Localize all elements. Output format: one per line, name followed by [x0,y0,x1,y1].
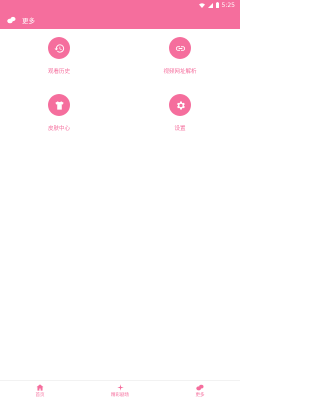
app-bar: 更多 [0,10,240,29]
nav-item-home[interactable]: 首页 [10,383,70,398]
bottom-nav: 首页 精彩剧场 更多 [0,380,240,400]
nav-item-label: 精彩剧场 [111,392,129,398]
status-icons [198,2,219,8]
nav-item-more[interactable]: 更多 [170,384,230,398]
signal-icon [207,2,213,8]
menu-item-settings[interactable]: 设置 [145,94,215,136]
status-bar: 5:25 [0,0,240,10]
menu-item-video-url-parse[interactable]: 视频网址解析 [145,37,215,79]
tshirt-icon [54,100,64,110]
menu-item-label: 设置 [174,126,186,132]
home-icon [36,383,44,391]
wifi-icon [198,2,205,8]
nav-item-label: 更多 [195,392,205,398]
sparkle-icon [116,383,124,391]
menu-item-icon-circle [169,94,191,116]
link-icon [175,45,185,51]
history-icon [53,43,64,53]
menu-item-icon-circle [169,37,191,59]
menu-item-label: 视频网址解析 [163,69,197,75]
nav-item-label: 首页 [35,392,45,398]
menu-item-label: 皮肤中心 [47,126,70,132]
bean-logo-icon [7,16,16,23]
status-time: 5:25 [221,1,235,9]
gear-icon [176,100,185,110]
bean-icon [196,384,204,390]
battery-icon [215,2,219,8]
screen: 5:25 更多 观看历史 视频网址解析 皮肤中心 设置 首页 精彩剧场 更多 [0,0,240,400]
menu-item-skin-center[interactable]: 皮肤中心 [24,94,94,136]
menu-item-icon-circle [48,94,70,116]
menu-item-label: 观看历史 [47,69,70,75]
page-title: 更多 [22,16,35,25]
menu-item-icon-circle [48,37,70,59]
menu-item-watch-history[interactable]: 观看历史 [24,37,94,79]
nav-item-theater[interactable]: 精彩剧场 [90,383,150,398]
